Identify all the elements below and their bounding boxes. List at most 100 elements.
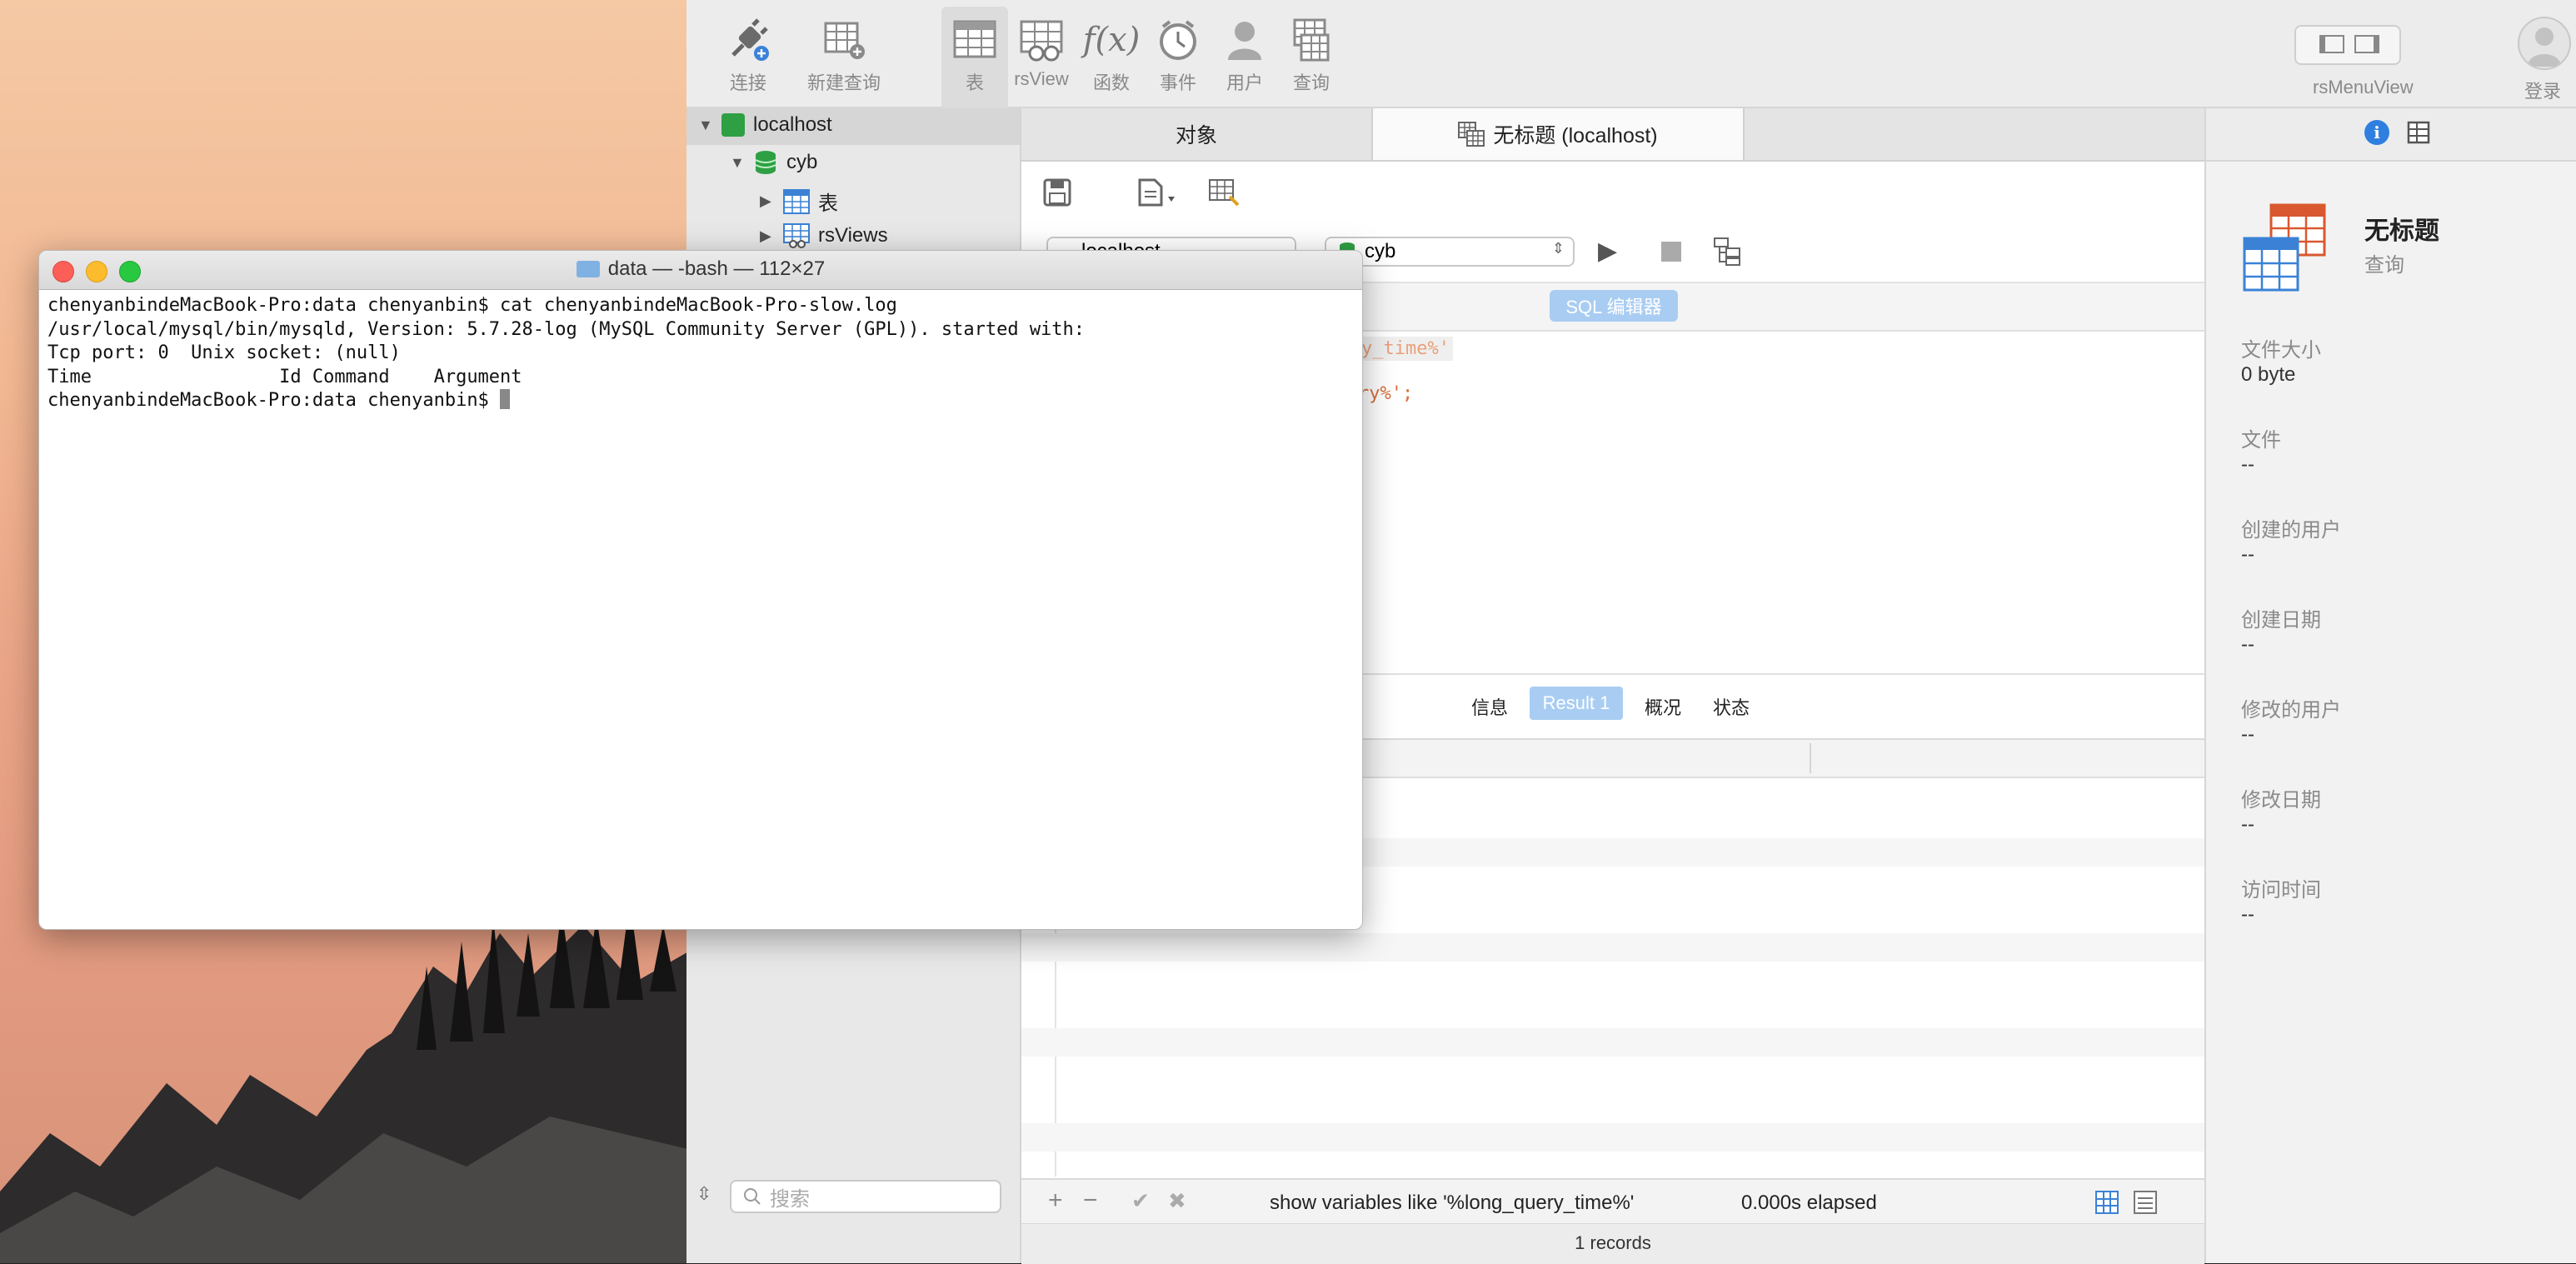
info-field-label: 访问时间 bbox=[2241, 879, 2321, 902]
result-tab-status[interactable]: 状态 bbox=[1713, 693, 1750, 720]
grid-stripe bbox=[1021, 1028, 2204, 1057]
info-title: 无标题 bbox=[2364, 217, 2439, 245]
sidebar-item-label: 表 bbox=[818, 192, 838, 215]
new-query-label: 新建查询 bbox=[806, 72, 881, 93]
ddl-icon[interactable] bbox=[2406, 120, 2431, 145]
tables-label: 表 bbox=[965, 72, 984, 93]
queries-label: 查询 bbox=[1292, 72, 1330, 93]
terminal-prompt: chenyanbindeMacBook-Pro:data chenyanbin$ bbox=[47, 390, 501, 411]
expanded-triangle-icon[interactable]: ▼ bbox=[730, 154, 745, 172]
login-avatar-icon[interactable] bbox=[2518, 17, 2571, 70]
add-row-icon[interactable]: + bbox=[1048, 1187, 1063, 1215]
plug-icon bbox=[723, 17, 773, 63]
clock-icon bbox=[1153, 17, 1203, 63]
info-field-label: 文件 bbox=[2241, 429, 2281, 452]
menu-view-label: rsMenuView bbox=[2313, 77, 2414, 97]
grid-view-icon[interactable] bbox=[2094, 1190, 2119, 1215]
export-icon[interactable] bbox=[1136, 178, 1178, 207]
table-icon bbox=[950, 17, 1000, 63]
terminal-titlebar[interactable]: data — -bash — 112×27 bbox=[39, 251, 1362, 290]
run-icon[interactable]: ▶ bbox=[1598, 237, 1617, 266]
query-status-bar: + − ✔ ✖ show variables like '%long_query… bbox=[1021, 1178, 2204, 1225]
function-icon: f(x) bbox=[1082, 21, 1141, 59]
result-tab-result1[interactable]: Result 1 bbox=[1530, 687, 1623, 720]
query-toolbar bbox=[1021, 162, 2204, 227]
database-name: cyb bbox=[786, 151, 818, 173]
functions-button[interactable]: f(x) 函数 bbox=[1078, 17, 1145, 100]
login-label: 登录 bbox=[2524, 81, 2562, 102]
rsview-button[interactable]: rsView bbox=[1008, 17, 1075, 100]
events-button[interactable]: 事件 bbox=[1145, 17, 1211, 100]
sidebar-item-rsviews[interactable]: ▶ rsViews bbox=[760, 223, 888, 248]
query-tab-icon bbox=[1458, 122, 1485, 147]
sort-icon[interactable]: ⇳ bbox=[696, 1183, 711, 1205]
database-node[interactable]: ▼ cyb bbox=[730, 150, 817, 175]
terminal-line: /usr/local/mysql/bin/mysqld, Version: 5.… bbox=[47, 318, 1086, 340]
beautify-sql-icon[interactable] bbox=[1208, 177, 1241, 207]
wallpaper-mountains bbox=[0, 917, 691, 1263]
records-footer: 1 records bbox=[1021, 1223, 2204, 1264]
tab-query[interactable]: 无标题 (localhost) bbox=[1371, 108, 1745, 160]
info-field-value: 0 byte bbox=[2241, 363, 2296, 386]
view-icon bbox=[1016, 17, 1066, 63]
result-tab-overview[interactable]: 概况 bbox=[1645, 693, 1681, 720]
connection-node[interactable]: ▼ localhost bbox=[698, 113, 832, 137]
table-icon bbox=[783, 188, 810, 214]
delete-row-icon[interactable]: − bbox=[1083, 1187, 1098, 1215]
view-icon bbox=[783, 223, 810, 248]
connection-name: localhost bbox=[753, 113, 832, 136]
queries-button[interactable]: 查询 bbox=[1278, 17, 1345, 100]
new-query-button[interactable]: 新建查询 bbox=[798, 17, 890, 100]
apply-icon[interactable]: ✔ bbox=[1131, 1188, 1150, 1214]
expanded-triangle-icon[interactable]: ▼ bbox=[698, 117, 713, 134]
result-tab-info[interactable]: 信息 bbox=[1471, 693, 1508, 720]
tables-button[interactable]: 表 bbox=[941, 7, 1008, 113]
terminal-prompt-line: chenyanbindeMacBook-Pro:data chenyanbin$ bbox=[47, 389, 1355, 413]
info-field-value: -- bbox=[2241, 453, 2254, 476]
left-panel-toggle-icon[interactable] bbox=[2319, 35, 2344, 53]
sql-editor-label: SQL 编辑器 bbox=[1565, 297, 1662, 317]
grid-stripe bbox=[1021, 933, 2204, 962]
folder-icon bbox=[576, 261, 600, 277]
info-field-value: -- bbox=[2241, 813, 2254, 836]
terminal-output[interactable]: chenyanbindeMacBook-Pro:data chenyanbin$… bbox=[47, 294, 1355, 413]
sql-editor-button[interactable]: SQL 编辑器 bbox=[1550, 290, 1678, 322]
save-icon[interactable] bbox=[1043, 178, 1071, 207]
terminal-line: Tcp port: 0 Unix socket: (null) bbox=[47, 342, 401, 363]
terminal-cursor bbox=[500, 389, 511, 409]
menu-view-toggle bbox=[2294, 25, 2401, 65]
terminal-line: chenyanbindeMacBook-Pro:data chenyanbin$… bbox=[47, 295, 897, 316]
connect-button[interactable]: 连接 bbox=[715, 17, 781, 100]
discard-icon[interactable]: ✖ bbox=[1168, 1188, 1186, 1214]
info-field-value: -- bbox=[2241, 543, 2254, 566]
explain-icon[interactable] bbox=[1713, 237, 1746, 267]
info-field-label: 修改日期 bbox=[2241, 789, 2321, 812]
info-icon[interactable]: i bbox=[2364, 120, 2389, 145]
query-icon bbox=[1286, 17, 1336, 63]
status-elapsed: 0.000s elapsed bbox=[1741, 1192, 1877, 1214]
tab-bar: 对象 无标题 (localhost) bbox=[1021, 108, 2204, 162]
info-field-label: 创建的用户 bbox=[2241, 519, 2341, 542]
users-button[interactable]: 用户 bbox=[1211, 17, 1278, 100]
tab-objects[interactable]: 对象 bbox=[1021, 108, 1371, 160]
stop-icon[interactable] bbox=[1661, 242, 1681, 262]
info-field-value: -- bbox=[2241, 903, 2254, 926]
info-field-value: -- bbox=[2241, 633, 2254, 656]
collapsed-triangle-icon[interactable]: ▶ bbox=[760, 192, 775, 210]
status-sql-text: show variables like '%long_query_time%' bbox=[1270, 1192, 1635, 1214]
sidebar-item-tables[interactable]: ▶ 表 bbox=[760, 187, 838, 216]
connection-icon bbox=[721, 113, 745, 137]
events-label: 事件 bbox=[1159, 72, 1196, 93]
tab-query-label: 无标题 (localhost) bbox=[1493, 124, 1658, 147]
sidebar-search-input[interactable]: 搜索 bbox=[730, 1180, 1001, 1213]
search-icon bbox=[744, 1188, 761, 1205]
user-icon bbox=[1220, 17, 1270, 63]
grid-stripe bbox=[1021, 1123, 2204, 1152]
right-panel-toggle-icon[interactable] bbox=[2354, 35, 2379, 53]
terminal-window[interactable]: data — -bash — 112×27 chenyanbindeMacBoo… bbox=[38, 250, 1363, 930]
form-view-icon[interactable] bbox=[2133, 1190, 2158, 1215]
info-panel: i 无标题 查询 文件大小 0 byte 文件 -- 创建的用户 -- 创建日期… bbox=[2204, 108, 2576, 1263]
search-placeholder: 搜索 bbox=[770, 1187, 810, 1211]
result-tab-result1-label: Result 1 bbox=[1542, 692, 1610, 713]
collapsed-triangle-icon[interactable]: ▶ bbox=[760, 227, 775, 245]
